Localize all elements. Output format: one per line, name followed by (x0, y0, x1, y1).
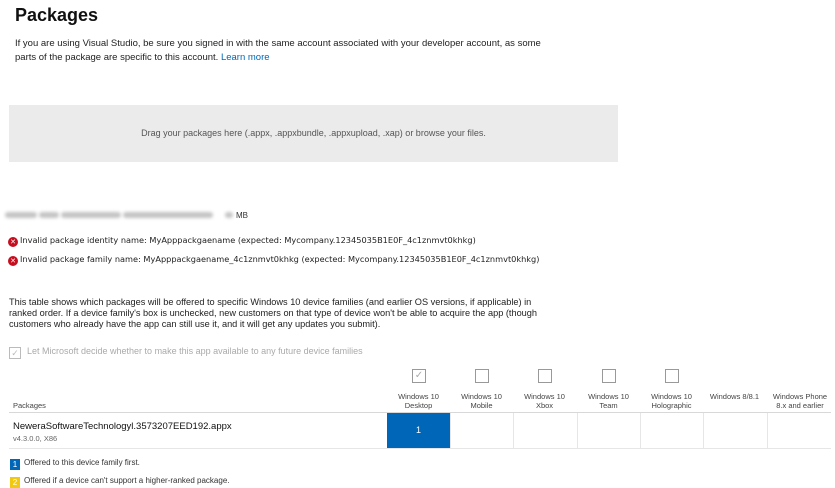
rank-badge: 1 (10, 459, 20, 470)
packages-column-header: Packages (13, 401, 46, 410)
error-icon: ✕ (8, 256, 18, 266)
legend-item: 2 Offered if a device can't support a hig… (10, 476, 230, 488)
legend-text: Offered if a device can't support a high… (24, 476, 230, 485)
package-size-unit: MB (236, 211, 248, 220)
error-message: ✕ Invalid package identity name: MyApppac… (8, 235, 476, 247)
rank-badge: 2 (10, 477, 20, 488)
desktop-family-checkbox[interactable]: ✓ (412, 369, 426, 383)
error-message: ✕ Invalid package family name: MyApppackg… (8, 254, 539, 266)
column-header-windows8: Windows 8/8.1 (709, 392, 760, 401)
column-header-holographic: Windows 10 Holographic (651, 392, 692, 410)
cell-divider (450, 413, 451, 448)
mobile-family-checkbox[interactable] (475, 369, 489, 383)
dropzone-text: Drag your packages here (.appx, .appxbun… (141, 128, 486, 138)
error-text: Invalid package family name: MyApppackga… (20, 254, 540, 264)
cell-divider (577, 413, 578, 448)
auto-device-families-option[interactable]: ✓ Let Microsoft decide whether to make th… (9, 346, 363, 359)
cell-divider (640, 413, 641, 448)
column-header-mobile: Windows 10 Mobile (461, 392, 502, 410)
column-header-xbox: Windows 10 Xbox (524, 392, 565, 410)
device-families-description: This table shows which packages will be … (9, 297, 538, 330)
page-title: Packages (15, 5, 99, 25)
package-name: NeweraSoftwareTechnologyl.3573207EED192.… (13, 421, 232, 432)
holographic-family-checkbox[interactable] (665, 369, 679, 383)
auto-device-families-checkbox[interactable]: ✓ (9, 347, 21, 359)
column-header-desktop: Windows 10 Desktop (398, 392, 439, 410)
package-dropzone[interactable]: Drag your packages here (.appx, .appxbun… (9, 105, 618, 162)
column-header-team: Windows 10 Team (588, 392, 629, 410)
package-version: v4.3.0.0, X86 (13, 434, 58, 443)
error-text: Invalid package identity name: MyApppack… (20, 235, 476, 245)
cell-divider (513, 413, 514, 448)
cell-divider (703, 413, 704, 448)
intro-description: If you are using Visual Studio, be sure … (15, 38, 541, 63)
table-row-divider (9, 448, 831, 449)
legend-text: Offered to this device family first. (24, 458, 140, 467)
legend-item: 1 Offered to this device family first. (10, 458, 140, 470)
error-icon: ✕ (8, 237, 18, 247)
desktop-rank-cell[interactable]: 1 (387, 413, 450, 448)
column-header-windows-phone: Windows Phone 8.x and earlier (772, 392, 828, 410)
cell-divider (767, 413, 768, 448)
xbox-family-checkbox[interactable] (538, 369, 552, 383)
team-family-checkbox[interactable] (602, 369, 616, 383)
learn-more-link[interactable]: Learn more (221, 52, 270, 63)
auto-device-families-label: Let Microsoft decide whether to make thi… (27, 346, 363, 356)
intro-text: If you are using Visual Studio, be sure … (15, 37, 555, 65)
